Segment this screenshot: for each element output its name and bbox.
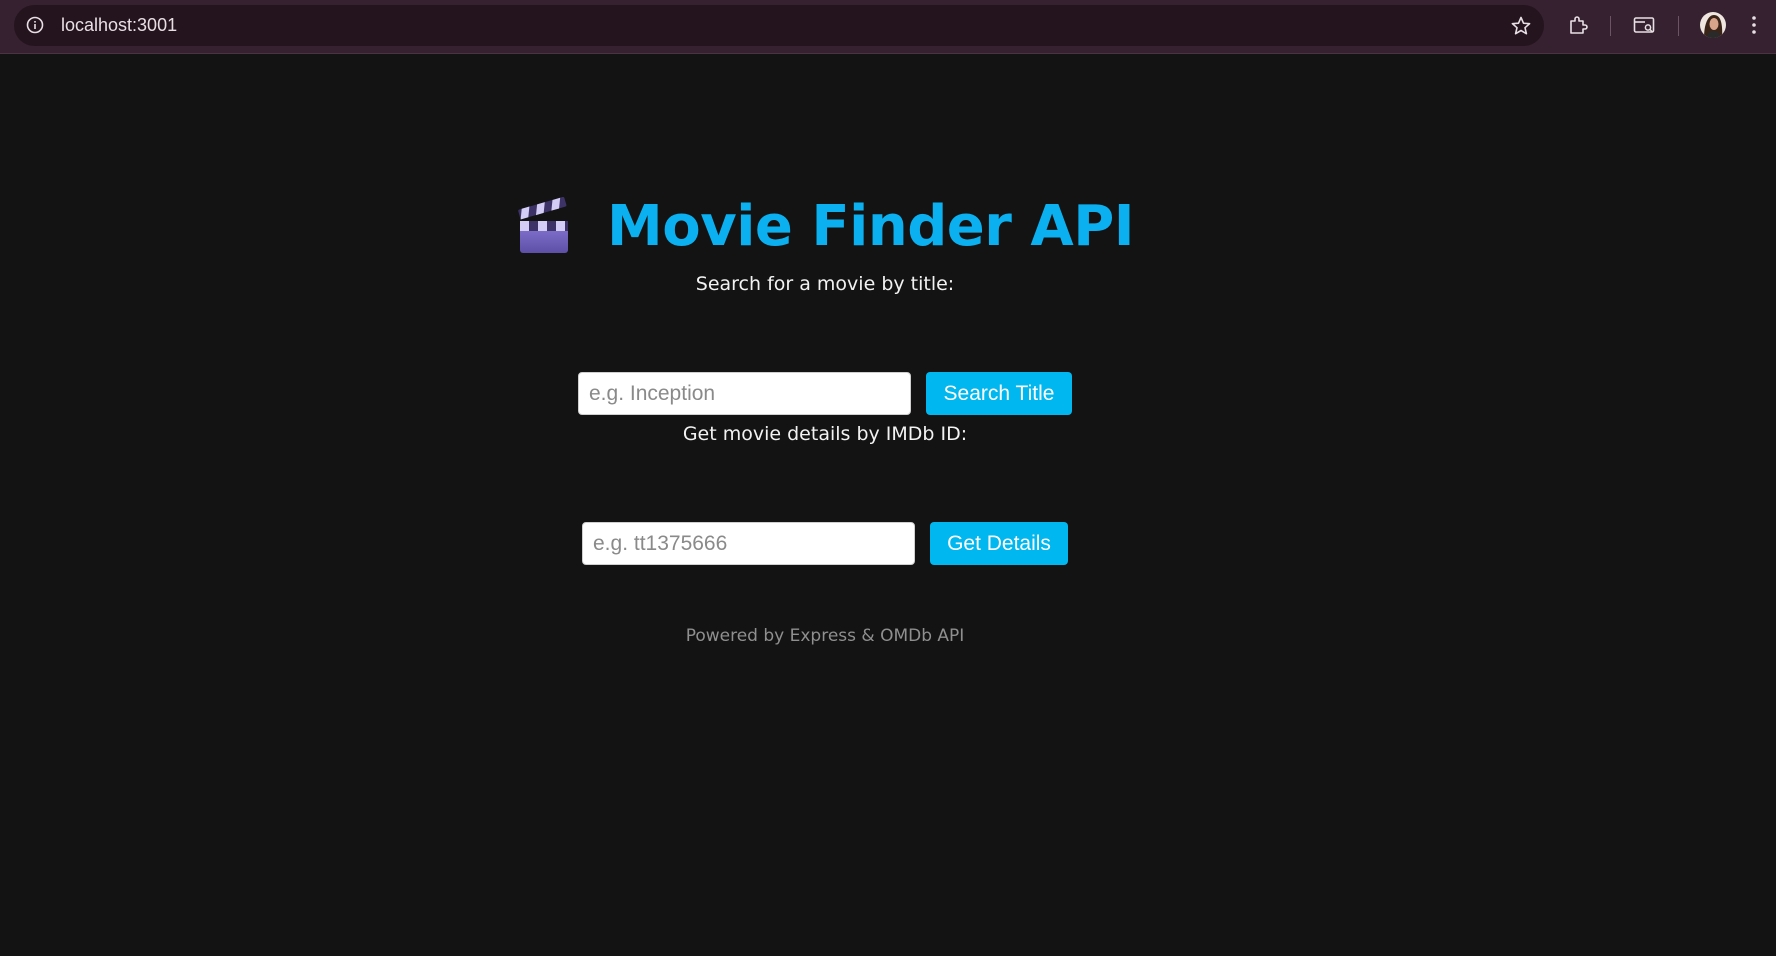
- search-title-button[interactable]: Search Title: [926, 372, 1072, 415]
- browser-toolbar: localhost:3001: [0, 0, 1776, 54]
- address-bar[interactable]: localhost:3001: [14, 5, 1544, 46]
- toolbar-divider: [1678, 16, 1679, 36]
- page-title: Movie Finder API: [607, 194, 1135, 259]
- page-body: Movie Finder API Search for a movie by t…: [0, 54, 1776, 956]
- info-icon[interactable]: [26, 16, 44, 34]
- footer-text: Powered by Express & OMDb API: [685, 626, 965, 646]
- clapper-board-icon: [518, 197, 568, 253]
- get-details-button[interactable]: Get Details: [930, 522, 1068, 565]
- extensions-icon[interactable]: [1566, 13, 1590, 37]
- imdb-id-input[interactable]: [582, 522, 915, 565]
- tab-search-icon[interactable]: [1632, 13, 1656, 37]
- page-header: Movie Finder API: [0, 192, 1650, 262]
- title-search-input[interactable]: [578, 372, 911, 415]
- star-icon[interactable]: [1510, 15, 1532, 37]
- search-label: Search for a movie by title:: [695, 273, 955, 295]
- kebab-menu-icon[interactable]: [1742, 13, 1766, 37]
- avatar[interactable]: [1700, 12, 1726, 38]
- url-text[interactable]: localhost:3001: [61, 15, 177, 36]
- imdb-id-label: Get movie details by IMDb ID:: [682, 423, 968, 445]
- toolbar-divider: [1610, 16, 1611, 36]
